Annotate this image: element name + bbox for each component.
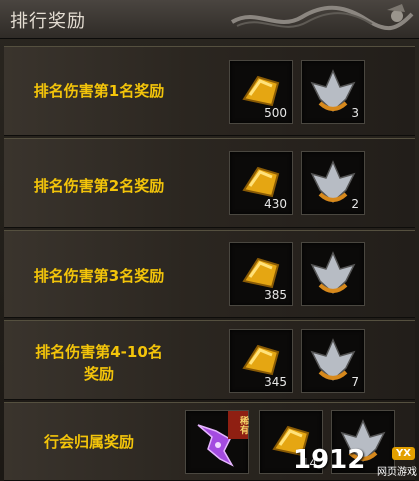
reward-row-rank-1: 排名伤害第1名奖励 500 3: [4, 46, 415, 136]
row-label: 排名伤害第1名奖励: [33, 82, 165, 100]
watermark-badge: YX: [392, 447, 415, 460]
row-label: 排名伤害第3名奖励: [33, 267, 165, 285]
panel-title: 排行奖励: [10, 11, 86, 32]
item-slot-crest[interactable]: 7: [301, 329, 365, 393]
item-slot-crest[interactable]: [301, 242, 365, 306]
item-slot-gem[interactable]: 稀有: [185, 410, 249, 474]
reward-row-rank-3: 排名伤害第3名奖励 385: [4, 230, 415, 318]
row-label: 行会归属奖励: [43, 433, 134, 451]
item-slot-gold[interactable]: 385: [229, 242, 293, 306]
site-watermark: 1912 YX 网页游戏: [293, 445, 417, 478]
reward-row-rank-2: 排名伤害第2名奖励 430 2: [4, 138, 415, 228]
row-label-line2: 奖励: [83, 365, 114, 383]
item-quantity: 430: [264, 197, 287, 211]
item-quantity: 385: [264, 288, 287, 302]
title-bar: 排行奖励: [0, 0, 419, 39]
item-quantity: 345: [264, 375, 287, 389]
item-quantity: 2: [351, 197, 359, 211]
item-slot-gold[interactable]: 345: [229, 329, 293, 393]
watermark-number: 1912: [293, 445, 366, 475]
item-slot-crest[interactable]: 2: [301, 151, 365, 215]
item-quantity: 7: [351, 375, 359, 389]
row-label: 排名伤害第2名奖励: [33, 177, 165, 195]
dragon-ornament-icon: [230, 4, 414, 31]
rarity-tag: 稀有: [228, 411, 248, 439]
item-slot-gold[interactable]: 500: [229, 60, 293, 124]
reward-panel: 排行奖励 排名伤害第1名奖励 500 3 排名伤害第2名奖励 430 2 排名伤…: [0, 0, 419, 481]
item-slot-crest[interactable]: 3: [301, 60, 365, 124]
watermark-subtitle: 网页游戏: [377, 467, 417, 478]
item-slot-gold[interactable]: 430: [229, 151, 293, 215]
item-quantity: 500: [264, 106, 287, 120]
reward-row-rank-4-10: 排名伤害第4-10名 奖励 345 7: [4, 320, 415, 400]
item-quantity: 3: [351, 106, 359, 120]
silver-crest-icon: [310, 251, 356, 295]
row-label-line1: 排名伤害第4-10名: [35, 343, 163, 361]
